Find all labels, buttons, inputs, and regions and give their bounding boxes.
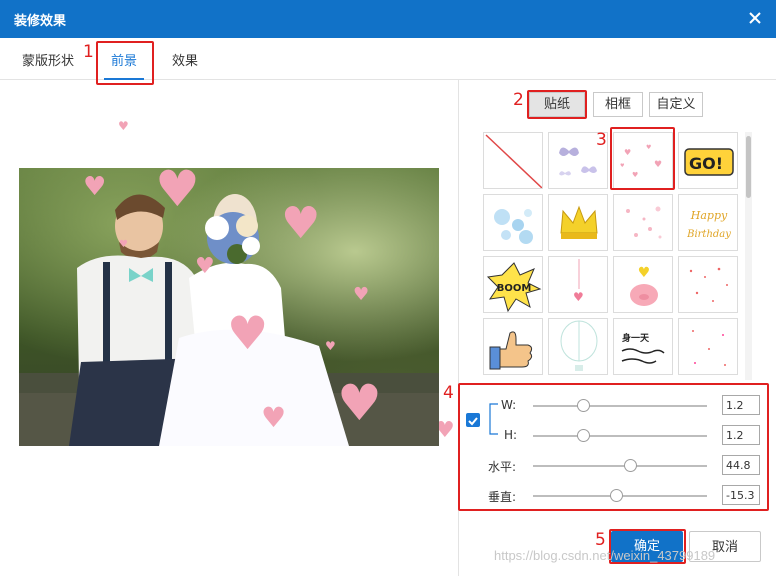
thumbs-up-icon (489, 331, 533, 370)
vertical-label: 垂直: (488, 490, 517, 504)
horizontal-field[interactable] (722, 455, 760, 475)
sparkles-icon (689, 267, 728, 302)
handwriting-icon: 身一天 (621, 332, 665, 364)
ratio-bracket-icon (489, 403, 498, 435)
heart-sticker: ♥ (118, 119, 129, 133)
svg-text:Happy: Happy (690, 209, 728, 222)
svg-text:♥: ♥ (646, 144, 651, 151)
svg-text:♥: ♥ (654, 160, 662, 170)
bubbles-icon (494, 209, 533, 244)
svg-text:Birthday: Birthday (686, 229, 731, 240)
callout-1: 1 (83, 42, 94, 62)
width-field[interactable] (722, 395, 760, 415)
sticker-floating-hearts[interactable]: ♥ ♥ ♥ ♥ ♥ (613, 132, 673, 189)
close-icon[interactable] (744, 7, 766, 29)
dots-icon (626, 206, 662, 239)
sticker-pink-dots[interactable] (613, 194, 673, 251)
height-slider[interactable] (533, 435, 707, 437)
svg-text:♥: ♥ (620, 163, 625, 169)
title-bar: 装修效果 (0, 0, 776, 38)
wedding-photo (19, 194, 439, 446)
callout-2: 2 (513, 90, 524, 110)
sticker-grid: ♥ ♥ ♥ ♥ ♥ GO! Happy Birthday BOOM ♥ ♥ 身一… (479, 128, 744, 380)
tab-custom[interactable]: 自定义 (649, 92, 703, 117)
horizontal-slider-handle[interactable] (623, 459, 637, 472)
svg-text:GO!: GO! (689, 154, 723, 173)
sticker-red-sparkles[interactable] (678, 256, 738, 313)
crown-icon (560, 205, 598, 239)
balloon-icon (560, 320, 598, 371)
height-slider-handle[interactable] (576, 429, 590, 442)
sticker-confetti[interactable] (678, 318, 738, 375)
horizontal-label: 水平: (488, 460, 517, 474)
vertical-field[interactable] (722, 485, 760, 505)
checkmark-icon (468, 417, 478, 426)
confetti-icon (692, 330, 726, 366)
sticker-scrollbar-thumb[interactable] (746, 136, 751, 198)
tab-foreground[interactable]: 前景 (111, 50, 137, 69)
width-slider-handle[interactable] (576, 399, 590, 412)
svg-text:♥: ♥ (638, 265, 651, 281)
preview-photo: ♥ ♥ ♥ ♥ ♥ ♥ ♥ ♥ ♥ ♥ (19, 168, 439, 446)
sticker-hot-air-balloon[interactable] (548, 318, 608, 375)
height-label: H: (504, 428, 518, 442)
window-title: 装修效果 (14, 14, 67, 29)
svg-text:身一天: 身一天 (622, 332, 650, 344)
sticker-none[interactable] (483, 132, 543, 189)
width-slider[interactable] (533, 405, 707, 407)
tab-stickers[interactable]: 贴纸 (529, 92, 585, 117)
svg-text:♥: ♥ (573, 290, 584, 304)
pig-icon: ♥ (630, 265, 658, 306)
go-text-icon: GO! (684, 148, 734, 176)
sticker-happy-birthday[interactable]: Happy Birthday (678, 194, 738, 251)
svg-text:BOOM: BOOM (497, 283, 532, 294)
sticker-crown[interactable] (548, 194, 608, 251)
tab-mask-shape[interactable]: 蒙版形状 (22, 50, 74, 69)
sticker-pig-balloon[interactable]: ♥ (613, 256, 673, 313)
svg-text:♥: ♥ (624, 148, 631, 157)
heart-icon: ♥ ♥ ♥ ♥ ♥ (620, 144, 662, 179)
sticker-thumbs-up[interactable] (483, 318, 543, 375)
sticker-boom[interactable]: BOOM (483, 256, 543, 313)
sticker-go[interactable]: GO! (678, 132, 738, 189)
sticker-handwritten-text[interactable]: 身一天 (613, 318, 673, 375)
svg-text:♥: ♥ (632, 171, 638, 179)
boom-icon: BOOM (486, 262, 542, 312)
happy-birthday-icon: Happy Birthday (686, 209, 731, 240)
tab-bar: 蒙版形状 前景 效果 (0, 38, 776, 80)
heart-icon: ♥ (573, 259, 584, 304)
lock-ratio-checkbox[interactable] (466, 413, 480, 427)
sticker-hanging-heart[interactable]: ♥ (548, 256, 608, 313)
sticker-bubbles[interactable] (483, 194, 543, 251)
tab-frames[interactable]: 相框 (593, 92, 643, 117)
vertical-slider-handle[interactable] (610, 489, 624, 502)
callout-5: 5 (595, 530, 606, 550)
height-field[interactable] (722, 425, 760, 445)
tab-effect[interactable]: 效果 (172, 50, 198, 69)
watermark: https://blog.csdn.net/weixin_43799189 (494, 548, 716, 563)
width-label: W: (501, 398, 517, 412)
callout-4: 4 (443, 383, 454, 403)
callout-3: 3 (596, 130, 607, 150)
horizontal-slider[interactable] (533, 465, 707, 467)
